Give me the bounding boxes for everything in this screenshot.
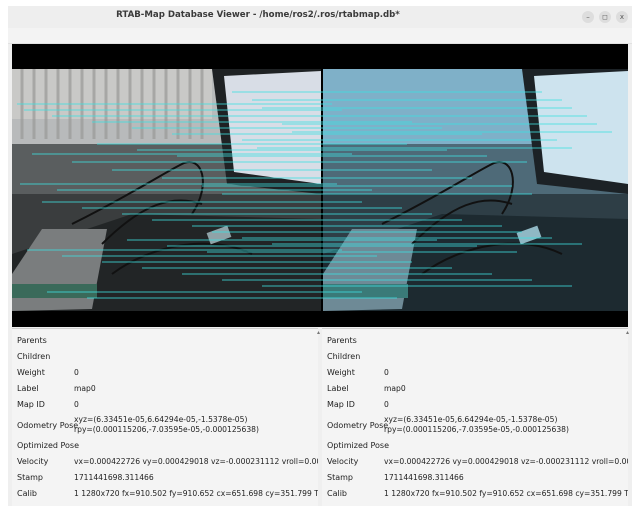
- info-row-stamp: Stamp 1711441698.311466: [17, 473, 154, 482]
- match-view-canvas: [12, 44, 628, 327]
- left-panel-scroll-up-arrow[interactable]: ▴: [315, 329, 322, 337]
- info-row-label: Label map0: [327, 384, 406, 393]
- info-row-parents: Parents: [17, 336, 47, 345]
- toolbar-area: [8, 28, 632, 44]
- info-row-map-id: Map ID 0: [327, 400, 389, 409]
- info-row-map-id: Map ID 0: [17, 400, 79, 409]
- info-row-optimized-pose: Optimized Pose: [17, 441, 80, 450]
- info-row-label: Label map0: [17, 384, 96, 393]
- image-view[interactable]: [12, 44, 628, 327]
- info-row-odometry-pose: Odometry Pose xyz=(6.33451e-05,6.64294e-…: [327, 415, 569, 434]
- right-panel-scroll-up-arrow[interactable]: ▴: [624, 329, 631, 337]
- window-title: RTAB-Map Database Viewer - /home/ros2/.r…: [116, 10, 400, 20]
- title-bar[interactable]: RTAB-Map Database Viewer - /home/ros2/.r…: [8, 6, 632, 28]
- minimize-button[interactable]: –: [582, 11, 594, 23]
- info-row-optimized-pose: Optimized Pose: [327, 441, 390, 450]
- info-row-velocity: Velocity vx=0.000422726 vy=0.000429018 v…: [17, 457, 318, 466]
- info-row-weight: Weight 0: [327, 368, 389, 377]
- left-node-info-panel[interactable]: Parents Children Weight 0 Label map0 Map…: [12, 328, 318, 506]
- info-row-velocity: Velocity vx=0.000422726 vy=0.000429018 v…: [327, 457, 628, 466]
- info-row-stamp: Stamp 1711441698.311466: [327, 473, 464, 482]
- right-node-info-panel[interactable]: Parents Children Weight 0 Label map0 Map…: [322, 328, 628, 506]
- info-row-calib: Calib 1 1280x720 fx=910.502 fy=910.652 c…: [327, 489, 628, 498]
- info-row-parents: Parents: [327, 336, 357, 345]
- close-button[interactable]: x: [616, 11, 628, 23]
- maximize-button[interactable]: ◻: [599, 11, 611, 23]
- info-row-children: Children: [17, 352, 51, 361]
- info-row-children: Children: [327, 352, 361, 361]
- info-row-calib: Calib 1 1280x720 fx=910.502 fy=910.652 c…: [17, 489, 318, 498]
- app-window: RTAB-Map Database Viewer - /home/ros2/.r…: [8, 6, 632, 506]
- info-row-odometry-pose: Odometry Pose xyz=(6.33451e-05,6.64294e-…: [17, 415, 259, 434]
- info-row-weight: Weight 0: [17, 368, 79, 377]
